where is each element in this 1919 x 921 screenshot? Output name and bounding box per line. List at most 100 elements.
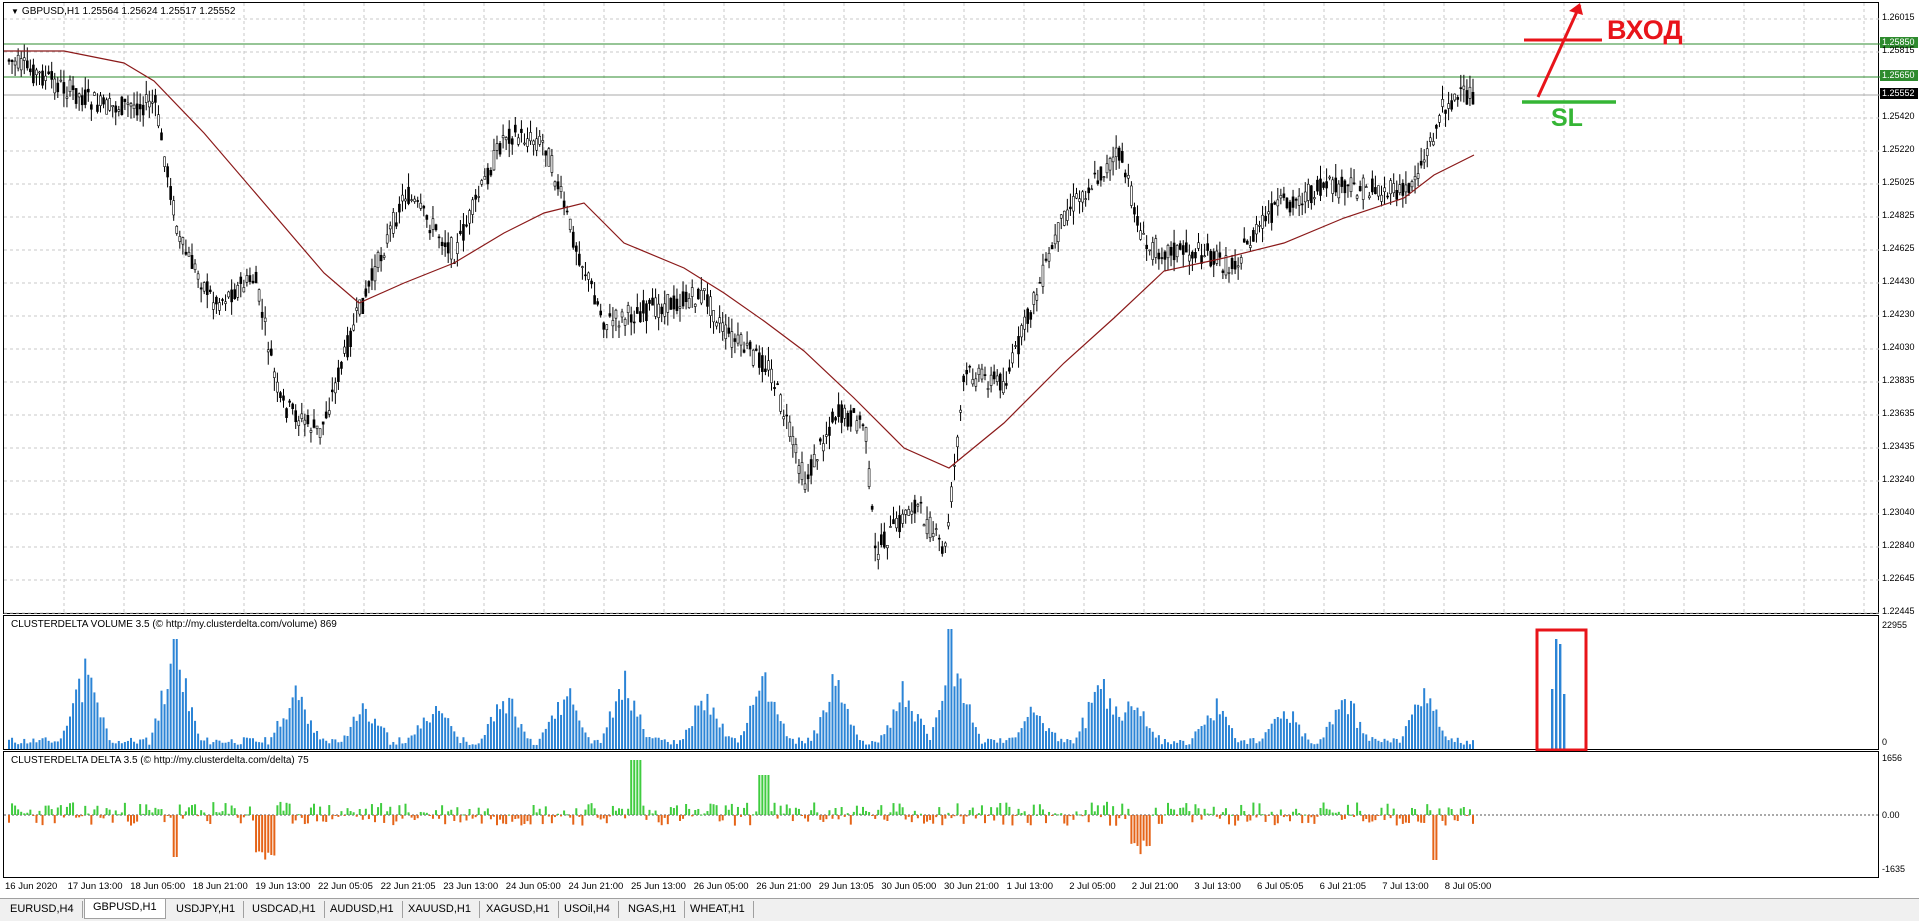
candle (1026, 307, 1030, 333)
delta-bar (755, 811, 758, 815)
volume-bar (20, 743, 23, 749)
delta-bar (1359, 810, 1362, 815)
delta-bar (712, 804, 715, 815)
candle (215, 295, 218, 314)
volume-indicator-panel[interactable]: CLUSTERDELTA VOLUME 3.5 (© http://my.clu… (3, 615, 1879, 751)
delta-bar (1182, 807, 1185, 815)
volume-bar (306, 723, 309, 749)
candle (1227, 266, 1231, 283)
volume-bar (1298, 724, 1301, 749)
symbol-tab[interactable]: USOil,H4 (556, 901, 619, 918)
delta-indicator-panel[interactable]: CLUSTERDELTA DELTA 3.5 (© http://my.clus… (3, 751, 1880, 878)
delta-bar (1414, 809, 1417, 815)
delta-bar (23, 813, 26, 815)
candle (526, 127, 529, 153)
candle (114, 101, 118, 126)
volume-bar (794, 743, 797, 749)
delta-bar (1072, 815, 1075, 820)
volume-bar (172, 639, 175, 749)
candle (19, 50, 23, 77)
candle (230, 279, 233, 315)
candle (1364, 184, 1368, 188)
delta-bar (450, 809, 453, 815)
candle (1389, 178, 1392, 205)
candle (1008, 359, 1011, 374)
volume-bar (340, 741, 343, 749)
candle (105, 97, 108, 115)
delta-bar (538, 808, 541, 815)
volume-bar (1206, 715, 1209, 749)
delta-bar (184, 811, 187, 815)
price-scale[interactable]: 1.25850 1.25650 1.25552 22955 0 1656 0.0… (1880, 0, 1919, 920)
candle (22, 44, 26, 75)
symbol-tab[interactable]: EURUSD,H4 (2, 901, 83, 918)
symbol-tab[interactable]: NGAS,H1 (620, 901, 686, 918)
candle (1288, 199, 1292, 217)
time-axis-label: 24 Jun 05:00 (505, 881, 561, 892)
volume-bar (1285, 718, 1288, 749)
symbol-tab[interactable]: WHEAT,H1 (682, 901, 754, 918)
volume-bar (1365, 734, 1368, 749)
delta-bar (1118, 815, 1121, 819)
volume-bar (377, 725, 380, 749)
symbol-tab[interactable]: XAUUSD,H1 (400, 901, 480, 918)
volume-bar (962, 703, 965, 749)
volume-bar (343, 735, 346, 749)
volume-bar (65, 725, 68, 749)
delta-bar (584, 809, 587, 815)
delta-bar (230, 805, 233, 815)
candle (587, 271, 590, 292)
volume-bar (1264, 732, 1267, 749)
candle (1230, 254, 1234, 275)
symbol-tab[interactable]: USDCAD,H1 (244, 901, 325, 918)
candle (815, 459, 819, 470)
candle (998, 372, 1002, 399)
volume-bar (736, 742, 739, 749)
delta-bar (1038, 804, 1041, 815)
delta-bar (392, 815, 395, 826)
candle (1148, 249, 1151, 256)
candle (248, 267, 252, 285)
delta-bar (14, 805, 17, 815)
delta-bar (480, 815, 483, 824)
price-chart-panel[interactable]: ▼ GBPUSD,H1 1.25564 1.25624 1.25517 1.255… (3, 2, 1880, 615)
delta-bar (1011, 815, 1014, 826)
candle (38, 70, 41, 85)
volume-bar (1313, 744, 1316, 749)
dropdown-arrow-icon[interactable]: ▼ (11, 7, 19, 16)
symbol-tab[interactable]: AUDUSD,H1 (322, 901, 403, 918)
volume-bar (1346, 714, 1349, 749)
current-price-tag: 1.25552 (1880, 88, 1918, 99)
volume-bar (126, 740, 129, 749)
candle (1255, 215, 1258, 243)
volume-bar (1099, 689, 1102, 749)
delta-bar (706, 811, 709, 815)
delta-bar (1090, 802, 1093, 815)
delta-bar (1337, 811, 1340, 815)
volume-bar (801, 740, 803, 749)
symbol-tab[interactable]: XAGUSD,H1 (478, 901, 559, 918)
candle (1166, 243, 1170, 271)
symbol-tab[interactable]: USDJPY,H1 (168, 901, 245, 918)
price-chart-canvas[interactable] (4, 3, 1880, 615)
volume-bar (712, 707, 715, 749)
volume-bar (389, 744, 392, 749)
candle (730, 318, 734, 358)
delta-bar (709, 803, 712, 815)
delta-bar (1112, 806, 1115, 815)
volume-bar (508, 697, 511, 749)
candle (1212, 248, 1216, 278)
symbol-tab[interactable]: GBPUSD,H1 (84, 899, 166, 919)
delta-bar (605, 815, 608, 824)
delta-bar (1163, 814, 1166, 816)
volume-bar (1221, 710, 1224, 749)
volume-bar (102, 717, 105, 749)
volume-histogram (8, 628, 1588, 751)
delta-bar (294, 815, 297, 821)
candle (1282, 186, 1286, 201)
volume-bar (575, 710, 578, 749)
volume-bar (831, 674, 834, 749)
delta-bar (17, 809, 20, 815)
symbol-tab-bar[interactable]: EURUSD,H4 GBPUSD,H1 USDJPY,H1 USDCAD,H1 AUDU… (0, 898, 1919, 921)
delta-bar (267, 815, 270, 853)
